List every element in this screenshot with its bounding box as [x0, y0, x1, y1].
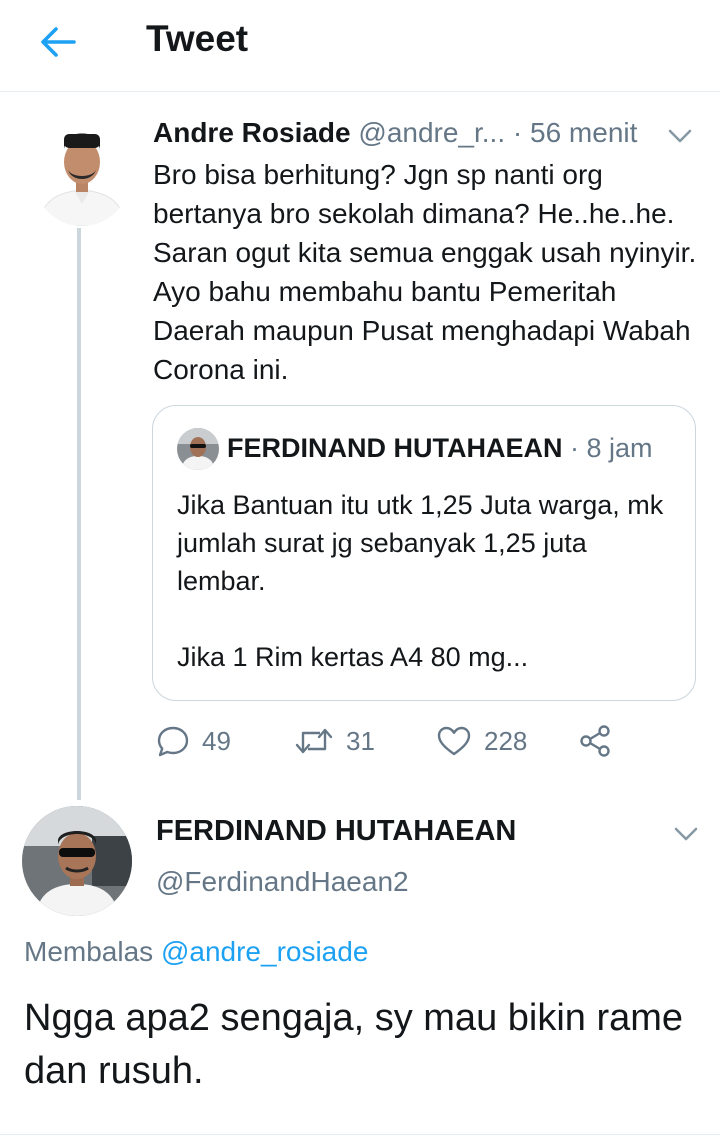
quoted-tweet[interactable]: FERDINAND HUTAHAEAN · 8 jam Jika Bantuan… [152, 405, 696, 701]
tweet-actions: 49 31 228 [152, 716, 712, 766]
share-icon [580, 725, 610, 757]
reply-button[interactable]: 49 [156, 716, 231, 766]
heart-icon [437, 726, 471, 756]
avatar[interactable] [34, 120, 130, 226]
more-options-button[interactable] [672, 823, 700, 845]
timestamp[interactable]: · 56 menit [513, 117, 638, 148]
author-handle[interactable]: @andre_r... [358, 117, 505, 148]
like-count: 228 [484, 725, 528, 756]
reply-count: 49 [202, 725, 231, 756]
divider [0, 1134, 720, 1135]
quote-text: Jika Bantuan itu utk 1,25 Juta warga, mk… [177, 490, 664, 672]
retweet-count: 31 [346, 725, 375, 756]
retweet-icon [295, 728, 333, 754]
back-button[interactable] [36, 22, 80, 62]
mention-link[interactable]: @andre_rosiade [161, 936, 368, 967]
thread-connector [77, 228, 81, 800]
tweet-text: Ngga apa2 sengaja, sy mau bikin rame dan… [24, 997, 684, 1092]
more-options-button[interactable] [666, 125, 694, 147]
arrow-left-icon [41, 27, 76, 57]
avatar [177, 428, 219, 470]
avatar[interactable] [22, 806, 132, 916]
page-title: Tweet [146, 18, 249, 59]
retweet-button[interactable]: 31 [294, 716, 375, 766]
chevron-down-icon [668, 129, 692, 143]
like-button[interactable]: 228 [436, 716, 527, 766]
author-name[interactable]: Andre Rosiade [153, 117, 351, 148]
author-name[interactable]: FERDINAND HUTAHAEAN [156, 815, 516, 848]
tweet-text: Bro bisa berhitung? Jgn sp nanti org ber… [153, 159, 697, 385]
author-handle[interactable]: @FerdinandHaean2 [156, 866, 409, 898]
reply-icon [157, 726, 189, 757]
replying-label: Membalas [24, 936, 154, 967]
quote-header: FERDINAND HUTAHAEAN · 8 jam [227, 428, 653, 468]
chevron-down-icon [674, 827, 698, 841]
quote-author-name: FERDINAND HUTAHAEAN [227, 433, 563, 463]
share-button[interactable] [578, 716, 612, 766]
quote-timestamp: · 8 jam [570, 433, 653, 463]
top-bar: Tweet [0, 0, 720, 92]
tweet-header: Andre Rosiade @andre_r... · 56 menit [153, 115, 693, 151]
replying-to: Membalas @andre_rosiade [24, 936, 368, 968]
